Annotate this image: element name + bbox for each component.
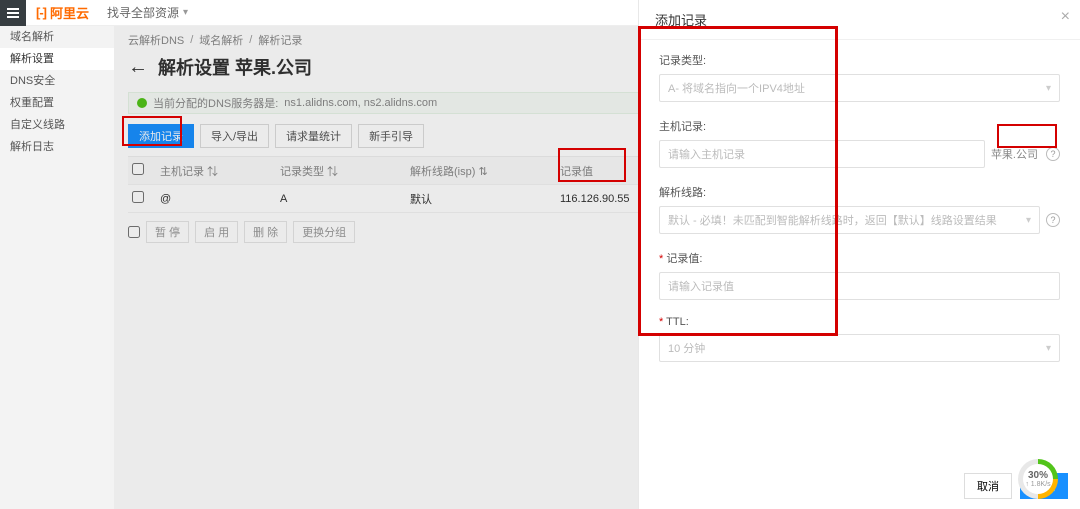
select-line[interactable]: 默认 - 必填！未匹配到智能解析线路时，返回【默认】线路设置结果 ▾ xyxy=(659,206,1040,234)
sidebar: 域名解析 解析设置 DNS安全 权重配置 自定义线路 解析日志 xyxy=(0,26,114,509)
brand-logo[interactable]: [-] 阿里云 xyxy=(26,3,99,22)
sidebar-item-resolution-settings[interactable]: 解析设置 xyxy=(0,48,114,70)
cancel-button[interactable]: 取消 xyxy=(964,473,1012,499)
logo-icon: [-] xyxy=(36,5,46,20)
chevron-down-icon: ▾ xyxy=(1046,343,1051,354)
help-icon[interactable]: ? xyxy=(1046,147,1060,161)
gauge-sub: ↑ 1.8K/s xyxy=(1025,481,1050,488)
add-record-modal: 添加记录 × 记录类型: A- 将域名指向一个IPV4地址 ▾ 主机记录: 请输… xyxy=(638,0,1080,509)
chevron-down-icon: ▾ xyxy=(1046,83,1051,94)
brand-text: 阿里云 xyxy=(50,3,89,22)
sidebar-item-weight-config[interactable]: 权重配置 xyxy=(0,92,114,114)
chevron-down-icon: ▾ xyxy=(183,7,188,18)
sidebar-item-custom-lines[interactable]: 自定义线路 xyxy=(0,114,114,136)
chevron-down-icon: ▾ xyxy=(1026,215,1031,226)
top-search-label: 找寻全部资源 xyxy=(107,4,179,21)
sidebar-item-domain-resolution[interactable]: 域名解析 xyxy=(0,26,114,48)
speed-gauge: 30% ↑ 1.8K/s xyxy=(1018,459,1058,499)
sidebar-item-resolution-log[interactable]: 解析日志 xyxy=(0,136,114,158)
modal-title: 添加记录 xyxy=(655,10,707,29)
label-record-type: 记录类型: xyxy=(659,52,1060,68)
label-ttl: TTL: xyxy=(659,316,1060,328)
gauge-value: 30% xyxy=(1028,470,1048,481)
host-suffix: 苹果.公司 xyxy=(991,146,1038,162)
input-host[interactable]: 请输入主机记录 xyxy=(659,140,985,168)
label-line: 解析线路: xyxy=(659,184,1060,200)
sidebar-item-dns-security[interactable]: DNS安全 xyxy=(0,70,114,92)
top-search-scope[interactable]: 找寻全部资源 ▾ xyxy=(107,4,188,21)
input-value[interactable]: 请输入记录值 xyxy=(659,272,1060,300)
label-value: 记录值: xyxy=(659,250,1060,266)
menu-icon[interactable] xyxy=(0,0,26,26)
label-host: 主机记录: xyxy=(659,118,1060,134)
help-icon[interactable]: ? xyxy=(1046,213,1060,227)
select-ttl[interactable]: 10 分钟 ▾ xyxy=(659,334,1060,362)
close-icon[interactable]: × xyxy=(1061,8,1070,26)
select-record-type[interactable]: A- 将域名指向一个IPV4地址 ▾ xyxy=(659,74,1060,102)
